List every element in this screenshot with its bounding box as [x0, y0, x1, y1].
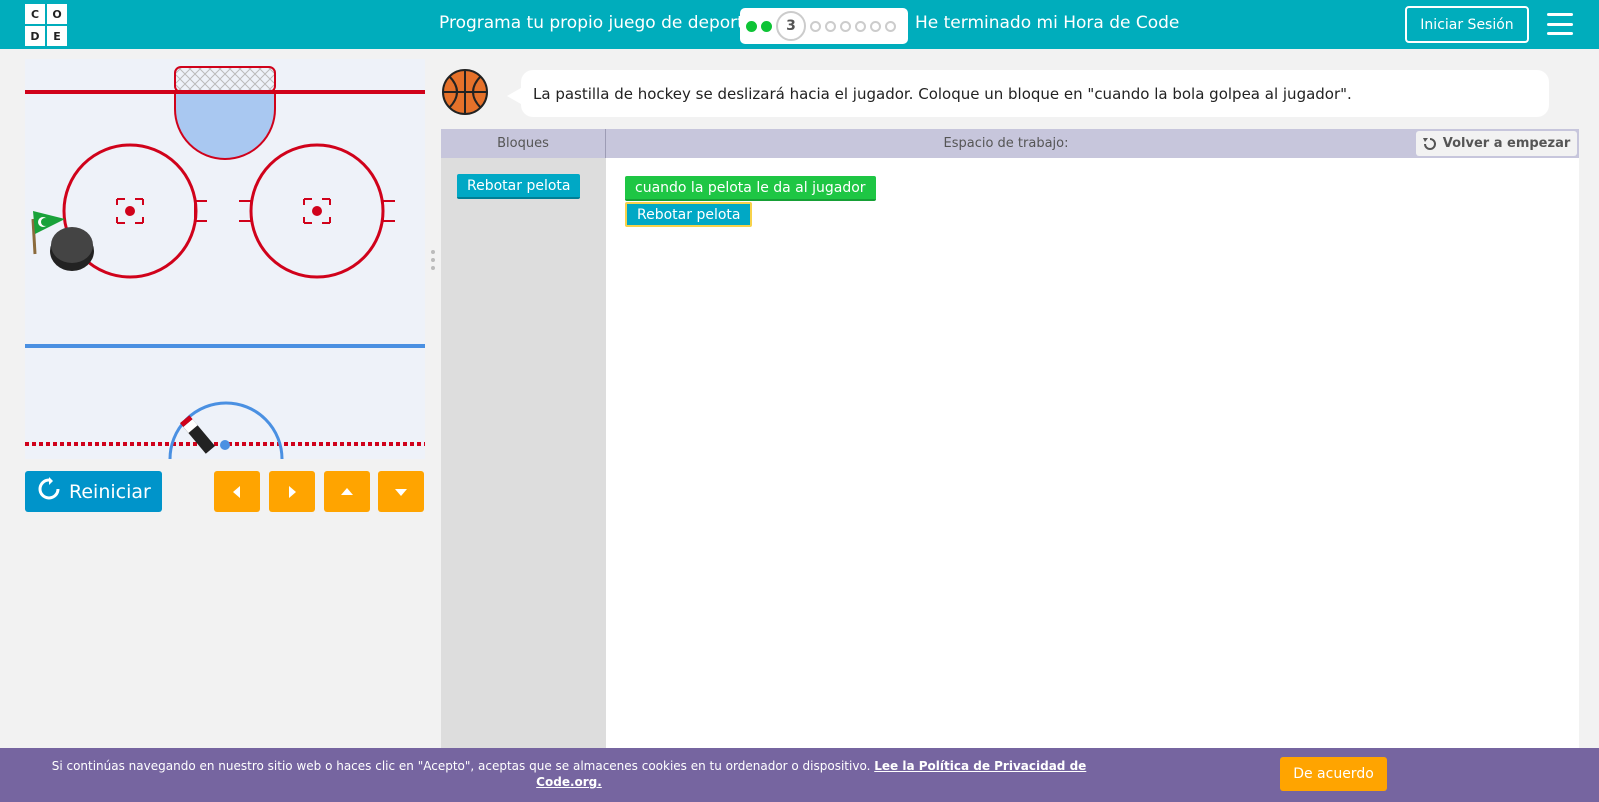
- instructions-area: La pastilla de hockey se deslizará hacia…: [441, 60, 1579, 128]
- cookie-banner: Si continúas navegando en nuestro sitio …: [0, 748, 1599, 802]
- hockey-rink: [25, 59, 425, 459]
- panel-resize-handle[interactable]: [431, 250, 435, 270]
- progress-dot-completed[interactable]: [761, 20, 772, 32]
- right-arrow-icon: [289, 485, 296, 498]
- logo-letter: O: [47, 4, 67, 24]
- hamburger-menu-icon[interactable]: [1547, 13, 1573, 35]
- down-arrow-button[interactable]: [378, 471, 424, 512]
- toolbox: Rebotar pelota: [441, 158, 606, 748]
- top-header: C O D E Programa tu propio juego de depo…: [0, 0, 1599, 49]
- workspace-label: Espacio de trabajo:: [943, 136, 1069, 151]
- toolbox-block-bounce-ball[interactable]: Rebotar pelota: [457, 174, 581, 199]
- progress-dot-completed[interactable]: [746, 20, 757, 32]
- action-block-bounce-ball[interactable]: Rebotar pelota: [625, 202, 753, 227]
- logo-letter: D: [25, 26, 45, 46]
- progress-dot-current[interactable]: 3: [776, 11, 806, 41]
- logo-letter: E: [47, 26, 67, 46]
- right-arrow-button[interactable]: [269, 471, 315, 512]
- event-block[interactable]: cuando la pelota le da al jugador: [625, 176, 876, 201]
- up-arrow-icon: [341, 487, 353, 495]
- progress-dot[interactable]: [840, 20, 851, 32]
- restart-icon: [1422, 137, 1436, 150]
- progress-dot[interactable]: [885, 20, 896, 32]
- logo-letter: C: [25, 4, 45, 24]
- reset-button[interactable]: Reiniciar: [25, 471, 162, 512]
- game-stage[interactable]: [25, 59, 425, 459]
- level-title: Programa tu propio juego de deporte: [439, 13, 755, 33]
- progress-dot[interactable]: [810, 20, 821, 32]
- basketball-icon: [442, 69, 488, 115]
- progress-dot[interactable]: [825, 20, 836, 32]
- blockly-workspace[interactable]: cuando la pelota le da al jugador Rebota…: [606, 158, 1579, 748]
- refresh-icon: [37, 477, 61, 506]
- code-logo[interactable]: C O D E: [25, 4, 67, 46]
- cookie-message: Si continúas navegando en nuestro sitio …: [51, 759, 1087, 789]
- reset-label: Reiniciar: [69, 480, 151, 503]
- accept-cookies-button[interactable]: De acuerdo: [1280, 757, 1387, 791]
- up-arrow-button[interactable]: [324, 471, 370, 512]
- toolbox-label: Bloques: [441, 129, 606, 158]
- goal-net: [174, 66, 276, 93]
- signin-button[interactable]: Iniciar Sesión: [1405, 6, 1529, 43]
- left-arrow-icon: [233, 485, 240, 498]
- progress-dot[interactable]: [855, 20, 866, 32]
- restart-button[interactable]: Volver a empezar: [1416, 131, 1577, 156]
- left-arrow-button[interactable]: [214, 471, 260, 512]
- finish-link[interactable]: He terminado mi Hora de Code: [915, 13, 1179, 33]
- progress-dot[interactable]: [870, 20, 881, 32]
- workspace-header: Bloques Espacio de trabajo: Volver a emp…: [441, 129, 1579, 158]
- restart-label: Volver a empezar: [1442, 136, 1571, 151]
- instructions-text: La pastilla de hockey se deslizará hacia…: [507, 70, 1549, 117]
- down-arrow-icon: [395, 488, 407, 496]
- level-progress: 3: [740, 8, 908, 44]
- hockey-puck: [50, 227, 94, 271]
